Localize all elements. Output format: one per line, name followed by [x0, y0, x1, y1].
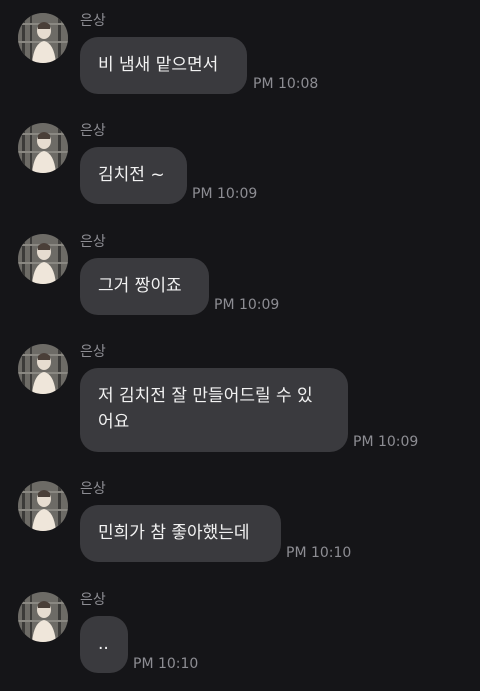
sender-name: 은상 — [80, 592, 106, 608]
message-row: 은상 민희가 참 좋아했는데 PM 10:10 — [0, 481, 480, 571]
avatar-photo-icon — [18, 123, 68, 173]
avatar[interactable] — [18, 234, 68, 284]
avatar-photo-icon — [18, 344, 68, 394]
message-timestamp: PM 10:09 — [214, 297, 280, 313]
message-row: 은상 김치전 ~ PM 10:09 — [0, 123, 480, 213]
message-timestamp: PM 10:10 — [133, 656, 199, 672]
message-bubble[interactable]: 민희가 참 좋아했는데 — [80, 505, 281, 562]
avatar[interactable] — [18, 123, 68, 173]
message-timestamp: PM 10:09 — [353, 434, 419, 450]
message-timestamp: PM 10:10 — [286, 545, 352, 561]
avatar-photo-icon — [18, 234, 68, 284]
avatar[interactable] — [18, 13, 68, 63]
chat-thread: 은상 비 냄새 맡으면서 PM 10:08 은상 김치전 ~ PM 10:09 — [0, 0, 480, 691]
message-row: 은상 그거 짱이죠 PM 10:09 — [0, 234, 480, 324]
message-bubble[interactable]: .. — [80, 616, 128, 673]
avatar[interactable] — [18, 344, 68, 394]
message-row: 은상 저 김치전 잘 만들어드릴 수 있 어요 PM 10:09 — [0, 344, 480, 456]
avatar[interactable] — [18, 592, 68, 642]
message-bubble[interactable]: 그거 짱이죠 — [80, 258, 209, 315]
message-timestamp: PM 10:09 — [192, 186, 258, 202]
message-bubble[interactable]: 비 냄새 맡으면서 — [80, 37, 247, 94]
avatar-photo-icon — [18, 592, 68, 642]
message-row: 은상 .. PM 10:10 — [0, 592, 480, 682]
avatar-photo-icon — [18, 481, 68, 531]
sender-name: 은상 — [80, 344, 106, 360]
avatar-photo-icon — [18, 13, 68, 63]
message-bubble[interactable]: 김치전 ~ — [80, 147, 187, 204]
message-timestamp: PM 10:08 — [253, 76, 319, 92]
message-bubble[interactable]: 저 김치전 잘 만들어드릴 수 있 어요 — [80, 368, 348, 452]
sender-name: 은상 — [80, 481, 106, 497]
message-row: 은상 비 냄새 맡으면서 PM 10:08 — [0, 13, 480, 103]
sender-name: 은상 — [80, 234, 106, 250]
avatar[interactable] — [18, 481, 68, 531]
sender-name: 은상 — [80, 123, 106, 139]
sender-name: 은상 — [80, 13, 106, 29]
